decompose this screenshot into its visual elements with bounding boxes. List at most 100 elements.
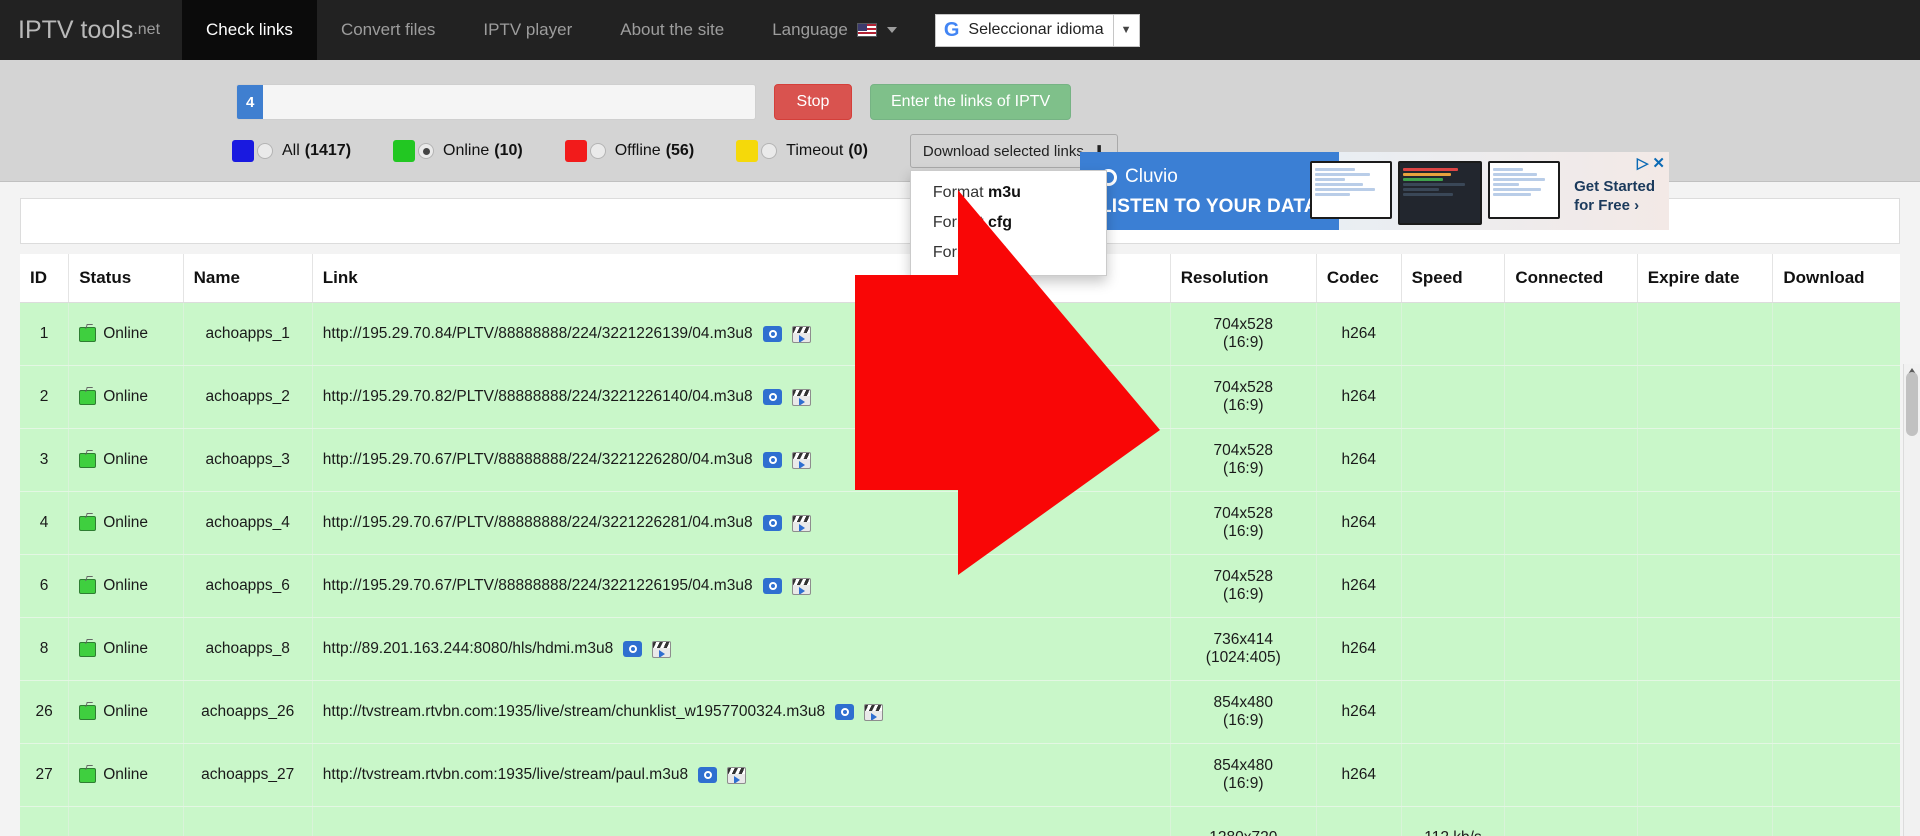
filter-radio-online[interactable] <box>418 143 435 159</box>
menu-item-format-txt[interactable]: Format txt <box>911 238 1106 268</box>
nav-item-convert-files[interactable]: Convert files <box>317 0 459 60</box>
table-row[interactable]: 4 Online achoapps_4 http://195.29.70.67/PLT… <box>20 491 1900 555</box>
play-clapboard-icon[interactable] <box>791 514 811 532</box>
cell-status: Online <box>68 365 184 429</box>
col-header-connected[interactable]: Connected <box>1504 254 1638 303</box>
link-url[interactable]: http://195.29.70.84/PLTV/88888888/224/32… <box>323 325 753 343</box>
play-clapboard-icon[interactable] <box>791 325 811 343</box>
table-row[interactable]: 6 Online achoapps_6 http://195.29.70.67/PLT… <box>20 554 1900 618</box>
play-clapboard-icon[interactable] <box>652 640 672 658</box>
cell-speed <box>1401 617 1506 681</box>
play-clapboard-icon[interactable] <box>791 388 811 406</box>
ad-brand-label: Cluvio <box>1125 166 1178 187</box>
ad-close-icon[interactable]: ✕ <box>1652 154 1665 172</box>
iptv-url-input[interactable]: 4 <box>236 84 756 120</box>
link-url[interactable]: http://195.29.70.67/PLTV/88888888/224/32… <box>323 577 753 595</box>
cell-id: 26 <box>20 680 70 744</box>
screenshot-camera-icon[interactable] <box>762 515 782 531</box>
table-row[interactable]: 1280x720 112 kb/s <box>20 806 1900 836</box>
filter-timeout[interactable]: Timeout (0) <box>736 140 868 162</box>
filter-radio-timeout[interactable] <box>761 143 778 159</box>
cell-download <box>1772 743 1900 807</box>
ad-badges: ▷ ✕ <box>1637 154 1665 172</box>
url-input-selected-text: 4 <box>237 85 264 119</box>
stop-button[interactable]: Stop <box>774 84 852 120</box>
cell-expire-date <box>1637 680 1774 744</box>
col-header-resolution[interactable]: Resolution <box>1170 254 1317 303</box>
col-header-download[interactable]: Download <box>1772 254 1900 303</box>
filter-swatch-offline <box>564 140 587 162</box>
cell-status: Online <box>68 554 184 618</box>
menu-item-prefix-cfg: Format <box>932 214 989 231</box>
cell-download <box>1772 554 1900 618</box>
link-url[interactable]: http://195.29.70.82/PLTV/88888888/224/32… <box>323 388 753 406</box>
google-translate-selector[interactable]: G Seleccionar idioma ▼ <box>934 13 1140 47</box>
table-row[interactable]: 27 Online achoapps_27 http://tvstream.rtvbn… <box>20 743 1900 807</box>
brand-name: IPTV tools <box>18 15 134 44</box>
cell-speed <box>1401 428 1506 492</box>
col-header-expire-date[interactable]: Expire date <box>1637 254 1774 303</box>
cell-codec: h264 <box>1316 554 1402 618</box>
nav-item-about-the-site[interactable]: About the site <box>596 0 748 60</box>
screenshot-camera-icon[interactable] <box>762 578 782 594</box>
link-url[interactable]: http://89.201.163.244:8080/hls/hdmi.m3u8 <box>323 640 613 658</box>
col-header-speed[interactable]: Speed <box>1401 254 1506 303</box>
link-url[interactable]: http://195.29.70.67/PLTV/88888888/224/32… <box>323 451 753 469</box>
screenshot-camera-icon[interactable] <box>698 767 718 783</box>
menu-item-format-label-m3u: m3u <box>988 184 1021 201</box>
advertisement-banner[interactable]: Cluvio LISTEN TO YOUR DATA Get Started f… <box>1080 152 1669 230</box>
table-row[interactable]: 1 Online achoapps_1 http://195.29.70.84/PLT… <box>20 302 1900 366</box>
vertical-scrollbar[interactable] <box>1903 364 1920 836</box>
link-url[interactable]: http://tvstream.rtvbn.com:1935/live/stre… <box>323 766 688 784</box>
menu-item-format-m3u[interactable]: Format m3u <box>911 178 1106 208</box>
filter-swatch-all <box>232 140 254 162</box>
cell-expire-date <box>1637 491 1774 555</box>
filter-offline[interactable]: Offline (56) <box>564 140 694 162</box>
aspect-ratio-value: (16:9) <box>1223 460 1264 477</box>
filter-online[interactable]: Online (10) <box>393 140 523 162</box>
screenshot-camera-icon[interactable] <box>762 452 782 468</box>
cell-name: achoapps_2 <box>183 365 313 429</box>
table-row[interactable]: 2 Online achoapps_2 http://195.29.70.82/PLT… <box>20 365 1900 429</box>
screenshot-camera-icon[interactable] <box>835 704 855 720</box>
nav-item-check-links[interactable]: Check links <box>182 0 317 60</box>
col-header-id[interactable]: ID <box>20 254 70 303</box>
filter-radio-all[interactable] <box>257 143 273 159</box>
col-header-codec[interactable]: Codec <box>1316 254 1402 303</box>
filter-all[interactable]: All (1417) <box>232 140 351 162</box>
col-header-name[interactable]: Name <box>183 254 313 303</box>
screenshot-camera-icon[interactable] <box>623 641 643 657</box>
link-url[interactable]: http://195.29.70.67/PLTV/88888888/224/32… <box>323 514 753 532</box>
scrollbar-thumb[interactable] <box>1906 372 1918 436</box>
play-clapboard-icon[interactable] <box>864 703 884 721</box>
cell-expire-date <box>1637 554 1774 618</box>
ad-choices-icon[interactable]: ▷ <box>1637 154 1649 172</box>
nav-item-iptv-player[interactable]: IPTV player <box>459 0 596 60</box>
resolution-value: 704x528 <box>1213 568 1274 585</box>
site-logo[interactable]: IPTV tools .net <box>0 0 182 60</box>
play-clapboard-icon[interactable] <box>791 577 811 595</box>
play-clapboard-icon[interactable] <box>727 766 747 784</box>
content-area: ID Status Name Link Resolution Codec Spe… <box>0 182 1920 836</box>
link-url[interactable]: http://tvstream.rtvbn.com:1935/live/stre… <box>323 703 825 721</box>
table-row[interactable]: 8 Online achoapps_8 http://89.201.163.244:8… <box>20 617 1900 681</box>
nav-item-language[interactable]: Language <box>748 0 921 60</box>
enter-links-button[interactable]: Enter the links of IPTV <box>870 84 1072 120</box>
ad-cta[interactable]: Get Started for Free › <box>1574 178 1655 216</box>
url-input-field[interactable] <box>263 85 755 119</box>
screenshot-camera-icon[interactable] <box>762 326 782 342</box>
translate-chevron-down-icon[interactable]: ▼ <box>1112 14 1139 46</box>
link-cell: http://89.201.163.244:8080/hls/hdmi.m3u8 <box>323 640 1160 658</box>
link-cell: http://195.29.70.82/PLTV/88888888/224/32… <box>323 388 1160 406</box>
table-row[interactable]: 26 Online achoapps_26 http://tvstream.rtvbn… <box>20 680 1900 744</box>
col-header-status[interactable]: Status <box>68 254 184 303</box>
screenshot-camera-icon[interactable] <box>762 389 782 405</box>
menu-item-format-cfg[interactable]: Format cfg <box>911 208 1106 238</box>
cell-name: achoapps_1 <box>183 302 313 366</box>
filter-radio-offline[interactable] <box>589 143 606 159</box>
status-label: Online <box>103 388 149 405</box>
play-clapboard-icon[interactable] <box>791 451 811 469</box>
resolution-value: 1280x720 <box>1209 829 1277 836</box>
table-row[interactable]: 3 Online achoapps_3 http://195.29.70.67/PLT… <box>20 428 1900 492</box>
us-flag-icon <box>856 23 877 37</box>
